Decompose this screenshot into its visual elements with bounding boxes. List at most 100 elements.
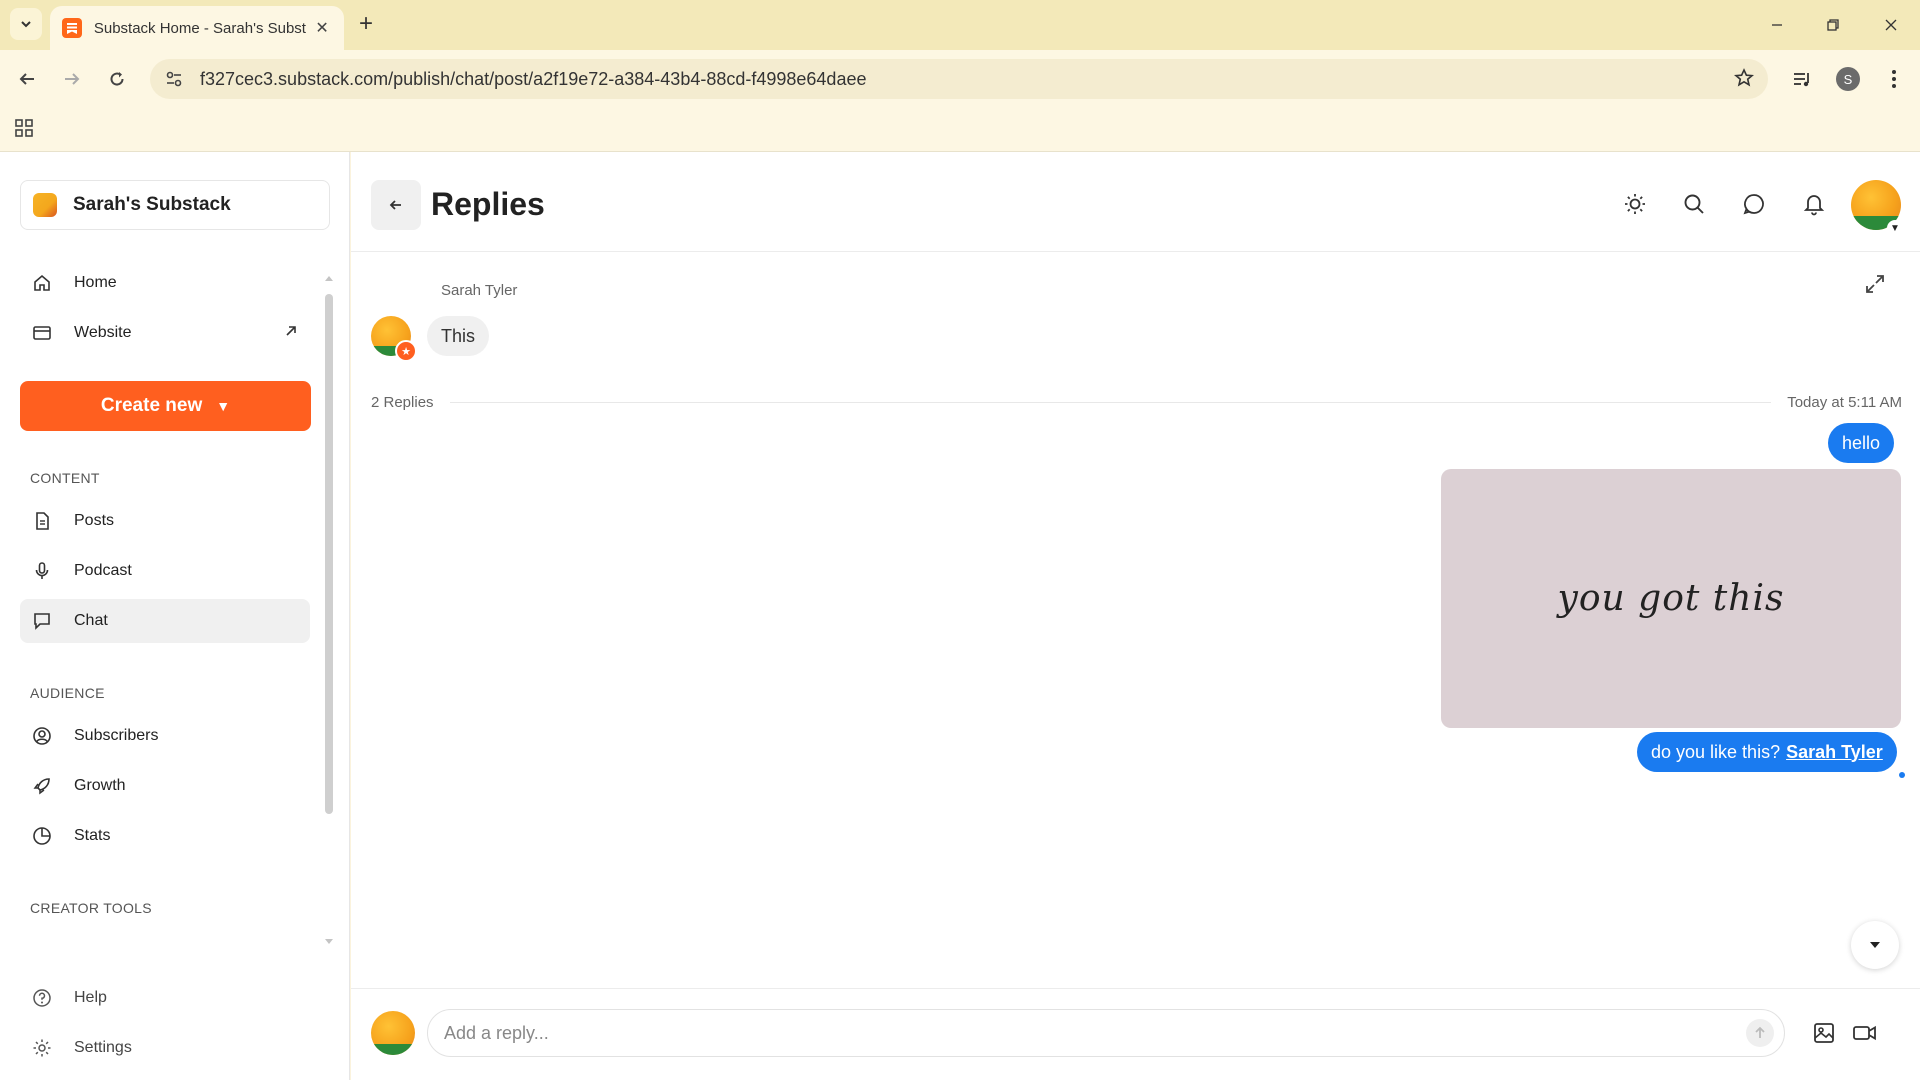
expand-icon[interactable] — [1863, 272, 1887, 301]
reply-composer — [351, 988, 1920, 1080]
caret-down-icon: ▼ — [216, 398, 231, 414]
restore-icon[interactable] — [1818, 10, 1848, 40]
image-message[interactable]: you got this — [1441, 469, 1901, 728]
sidebar-item-help[interactable]: Help — [20, 976, 310, 1020]
creator-tools-section-heading: CREATOR TOOLS — [30, 900, 152, 916]
sidebar-item-label: Help — [74, 989, 107, 1006]
message-text: do you like this? — [1651, 741, 1781, 762]
forward-arrow-icon[interactable] — [55, 62, 89, 96]
replies-count: 2 Replies — [371, 393, 434, 411]
chat-icon[interactable] — [1736, 186, 1772, 222]
video-camera-icon[interactable] — [1849, 1017, 1881, 1049]
publication-switcher[interactable]: Sarah's Substack — [20, 180, 330, 230]
parent-message-bubble[interactable]: This — [427, 316, 490, 356]
arrow-left-icon — [389, 200, 401, 210]
site-settings-icon[interactable] — [154, 59, 194, 99]
window-close-icon[interactable] — [1876, 10, 1906, 40]
chat-bubble-icon — [32, 611, 52, 631]
publication-name: Sarah's Substack — [73, 194, 231, 215]
sidebar-item-posts[interactable]: Posts — [20, 499, 310, 543]
browser-window-icon — [32, 323, 52, 343]
main-panel: Replies ▼ Sarah Tyler ★ This 2 Replies T… — [351, 152, 1920, 1080]
back-arrow-icon[interactable] — [10, 62, 44, 96]
apps-grid-icon[interactable] — [14, 118, 34, 143]
sidebar-item-chat[interactable]: Chat — [20, 599, 310, 643]
replies-divider: 2 Replies Today at 5:11 AM — [371, 390, 1902, 414]
page-header: Replies ▼ — [351, 152, 1920, 252]
tab-title: Substack Home - Sarah's Subst — [93, 19, 306, 37]
bell-icon[interactable] — [1796, 186, 1832, 222]
scroll-down-icon — [325, 939, 333, 944]
sidebar-item-stats[interactable]: Stats — [20, 814, 310, 858]
sidebar-item-label: Home — [74, 274, 117, 291]
media-control-icon[interactable] — [1786, 63, 1818, 95]
scroll-up-icon — [325, 276, 333, 281]
read-receipt-dot — [1899, 772, 1905, 778]
sidebar-item-growth[interactable]: Growth — [20, 764, 310, 808]
sidebar-item-subscribers[interactable]: Subscribers — [20, 714, 310, 758]
theme-sun-icon[interactable] — [1617, 186, 1653, 222]
content-section-heading: CONTENT — [30, 470, 100, 486]
rocket-icon — [32, 776, 52, 796]
sidebar-item-podcast[interactable]: Podcast — [20, 549, 310, 593]
profile-initial: S — [1836, 67, 1860, 91]
sidebar-item-home[interactable]: Home — [20, 261, 310, 305]
sidebar-item-settings[interactable]: Settings — [20, 1026, 310, 1070]
browser-tab[interactable]: Substack Home - Sarah's Subst ✕ — [50, 6, 344, 50]
external-link-icon — [284, 324, 298, 343]
user-circle-icon — [32, 726, 52, 746]
tab-close-icon[interactable]: ✕ — [312, 18, 332, 38]
replies-timestamp: Today at 5:11 AM — [1787, 393, 1902, 411]
audience-section-heading: AUDIENCE — [30, 685, 105, 701]
sidebar-item-label: Posts — [74, 512, 115, 529]
pie-chart-icon — [32, 826, 52, 846]
sidebar-item-label: Stats — [74, 827, 111, 844]
profile-avatar[interactable]: S — [1832, 63, 1864, 95]
browser-tabstrip: Substack Home - Sarah's Subst ✕ + — [0, 0, 1920, 50]
sidebar-item-label: Settings — [74, 1039, 132, 1056]
substack-favicon-icon — [62, 18, 82, 38]
arrow-up-icon — [1755, 1026, 1765, 1038]
divider-line — [449, 401, 1772, 403]
url-text: f327cec3.substack.com/publish/chat/post/… — [200, 68, 867, 89]
bookmarks-bar — [0, 108, 1920, 152]
sidebar-item-label: Podcast — [74, 562, 132, 579]
mention-link[interactable]: Sarah Tyler — [1786, 742, 1883, 763]
new-tab-button[interactable]: + — [352, 10, 380, 38]
sidebar-scrollbar-thumb[interactable] — [325, 294, 333, 814]
create-new-button[interactable]: Create new ▼ — [20, 381, 311, 431]
send-button[interactable] — [1746, 1019, 1774, 1047]
image-upload-icon[interactable] — [1808, 1017, 1840, 1049]
caret-down-icon — [1870, 942, 1880, 948]
page-title: Replies — [431, 186, 545, 222]
gear-icon — [32, 1038, 52, 1058]
kebab-menu-icon[interactable] — [1878, 63, 1910, 95]
sidebar-item-label: Chat — [74, 612, 108, 629]
address-bar[interactable]: f327cec3.substack.com/publish/chat/post/… — [150, 59, 1768, 99]
bookmark-star-icon[interactable] — [1733, 68, 1755, 93]
sidebar-item-website[interactable]: Website — [20, 311, 310, 355]
search-icon[interactable] — [1676, 186, 1712, 222]
reply-input[interactable] — [427, 1009, 1785, 1057]
image-caption-text: you got this — [1557, 578, 1785, 619]
scroll-to-bottom-button[interactable] — [1851, 921, 1899, 969]
create-new-label: Create new — [100, 395, 203, 416]
document-icon — [32, 511, 52, 531]
avatar-caret-icon[interactable]: ▼ — [1887, 220, 1903, 236]
message-bubble[interactable]: hello — [1828, 423, 1895, 463]
publication-logo — [33, 193, 57, 217]
help-circle-icon — [32, 988, 52, 1008]
sidebar-item-label: Growth — [74, 777, 126, 794]
sidebar-item-label: Website — [74, 324, 132, 341]
browser-toolbar: f327cec3.substack.com/publish/chat/post/… — [0, 50, 1920, 108]
sidebar: Sarah's Substack Home Website Create new… — [0, 152, 350, 1080]
home-icon — [32, 273, 52, 293]
parent-author-name[interactable]: Sarah Tyler — [441, 282, 517, 299]
back-button[interactable] — [371, 180, 421, 230]
sidebar-scrollbar[interactable] — [325, 274, 333, 946]
sidebar-item-label: Subscribers — [74, 727, 159, 744]
minimize-icon[interactable] — [1762, 10, 1792, 40]
tab-list-button[interactable] — [10, 8, 42, 40]
message-bubble-mention[interactable]: do you like this? Sarah Tyler — [1637, 732, 1897, 772]
reload-icon[interactable] — [100, 62, 134, 96]
